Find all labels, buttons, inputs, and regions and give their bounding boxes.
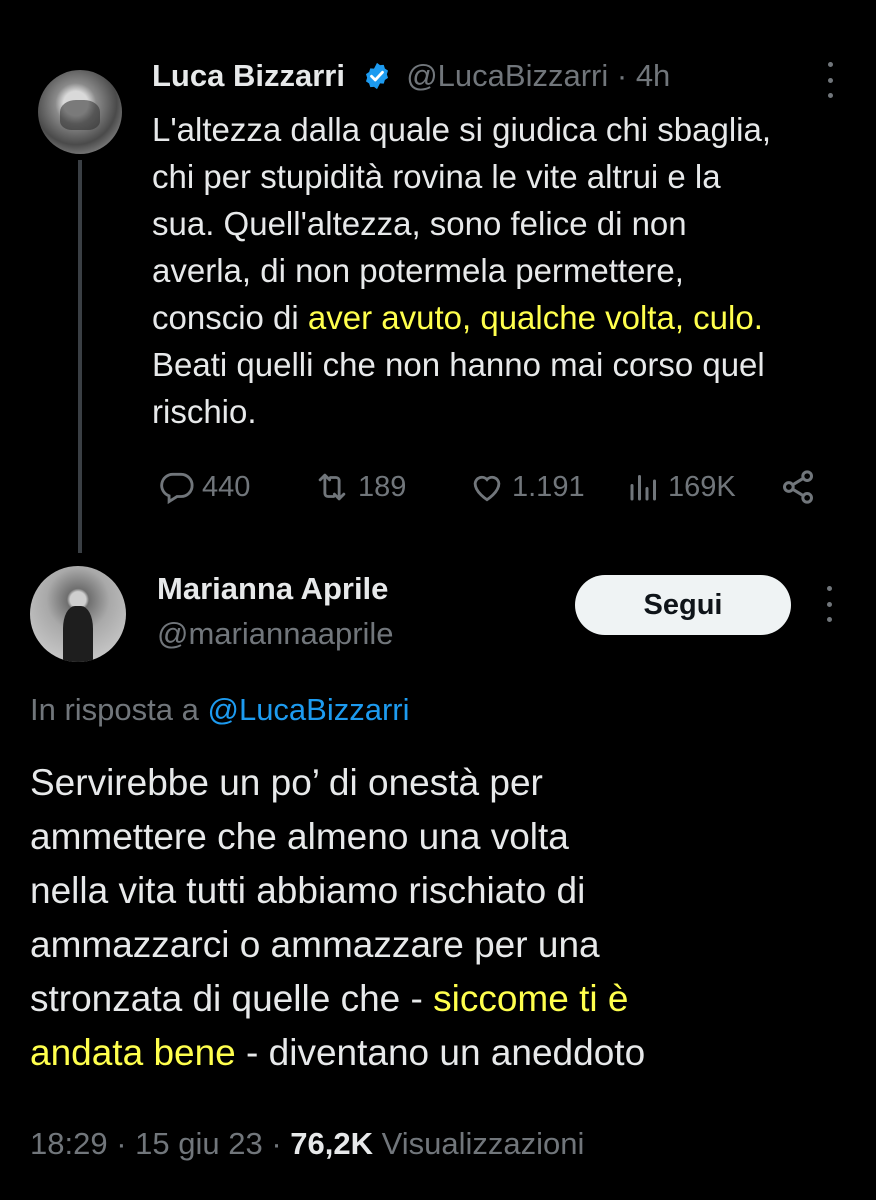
- reply-icon: [160, 472, 194, 505]
- views-action[interactable]: 169K: [626, 466, 736, 508]
- reply-text: Servirebbe un po’ di onestà per ammetter…: [30, 756, 860, 1080]
- reply-views-label: Visualizzazioni: [381, 1126, 585, 1161]
- like-action[interactable]: 1.191: [468, 466, 585, 508]
- highlighted-text: andata bene: [30, 1032, 236, 1073]
- separator-dot: ·: [116, 1126, 127, 1161]
- analytics-icon: [630, 475, 656, 501]
- avatar-marianna-aprile[interactable]: [30, 566, 126, 662]
- more-options-icon[interactable]: [818, 62, 842, 98]
- more-options-icon[interactable]: [817, 586, 841, 622]
- reply-to-handle-link[interactable]: @LucaBizzarri: [207, 692, 409, 727]
- thread-connector-line: [78, 160, 82, 553]
- reply-text-segment: - diventano un aneddoto: [235, 1032, 646, 1073]
- reply-author-name[interactable]: Marianna Aprile: [157, 569, 388, 609]
- reply-metadata: 18:29 · 15 giu 23 · 76,2K Visualizzazion…: [30, 1122, 584, 1166]
- reply-time[interactable]: 18:29: [30, 1126, 108, 1161]
- tweet-header: Luca Bizzarri @LucaBizzarri · 4h: [152, 56, 670, 96]
- reply-count: 440: [202, 470, 251, 503]
- tweet-text-line: L'altezza dalla quale si giudica chi sba…: [152, 111, 772, 148]
- share-action[interactable]: [778, 466, 824, 508]
- reply-views-count: 76,2K: [290, 1126, 374, 1161]
- tweet-time[interactable]: 4h: [636, 58, 670, 93]
- reply-text-line: ammettere che almeno una volta: [30, 816, 569, 857]
- reply-to-label: In risposta a: [30, 692, 208, 727]
- reply-text-line: andata bene - diventano un aneddoto: [30, 1026, 860, 1080]
- separator-dot: ·: [616, 58, 628, 93]
- tweet-text-line: Beati quelli che non hanno mai corso que…: [152, 346, 765, 383]
- reply-text-line: nella vita tutti abbiamo rischiato di: [30, 870, 586, 911]
- highlighted-text: aver avuto, qualche volta, culo.: [307, 299, 763, 336]
- retweet-icon: [318, 473, 346, 501]
- retweet-action[interactable]: 189: [312, 466, 406, 508]
- author-name[interactable]: Luca Bizzarri: [152, 58, 345, 93]
- like-count: 1.191: [512, 470, 585, 503]
- tweet-text-line: sua. Quell'altezza, sono felice di non: [152, 205, 687, 242]
- share-icon: [783, 470, 813, 504]
- highlighted-text: siccome ti è: [433, 978, 629, 1019]
- reply-text-line: ammazzarci o ammazzare per una: [30, 924, 600, 965]
- reply-action[interactable]: 440: [158, 466, 250, 508]
- reply-text-line: stronzata di quelle che - siccome ti è: [30, 972, 860, 1026]
- tweet-text-line: rischio.: [152, 393, 257, 430]
- reply-text-segment: stronzata di quelle che -: [30, 978, 434, 1019]
- tweet-text: L'altezza dalla quale si giudica chi sba…: [152, 106, 852, 435]
- verified-badge-icon: [365, 62, 388, 90]
- retweet-count: 189: [358, 470, 407, 503]
- reply-date[interactable]: 15 giu 23: [135, 1126, 263, 1161]
- tweet-text-line: averla, di non potermela permettere,: [152, 252, 684, 289]
- tweet-text-line: chi per stupidità rovina le vite altrui …: [152, 158, 721, 195]
- views-count: 169K: [668, 470, 736, 503]
- avatar-luca-bizzarri[interactable]: [38, 70, 122, 154]
- reply-text-line: Servirebbe un po’ di onestà per: [30, 762, 543, 803]
- reply-author-handle[interactable]: @mariannaaprile: [157, 614, 394, 654]
- heart-icon: [473, 475, 501, 502]
- tweet-text-line: conscio di aver avuto, qualche volta, cu…: [152, 294, 852, 341]
- reply-context: In risposta a @LucaBizzarri: [30, 690, 410, 730]
- tweet-text-segment: conscio di: [152, 299, 308, 336]
- author-handle[interactable]: @LucaBizzarri: [406, 58, 608, 93]
- separator-dot: ·: [271, 1126, 282, 1161]
- follow-button[interactable]: Segui: [575, 575, 791, 635]
